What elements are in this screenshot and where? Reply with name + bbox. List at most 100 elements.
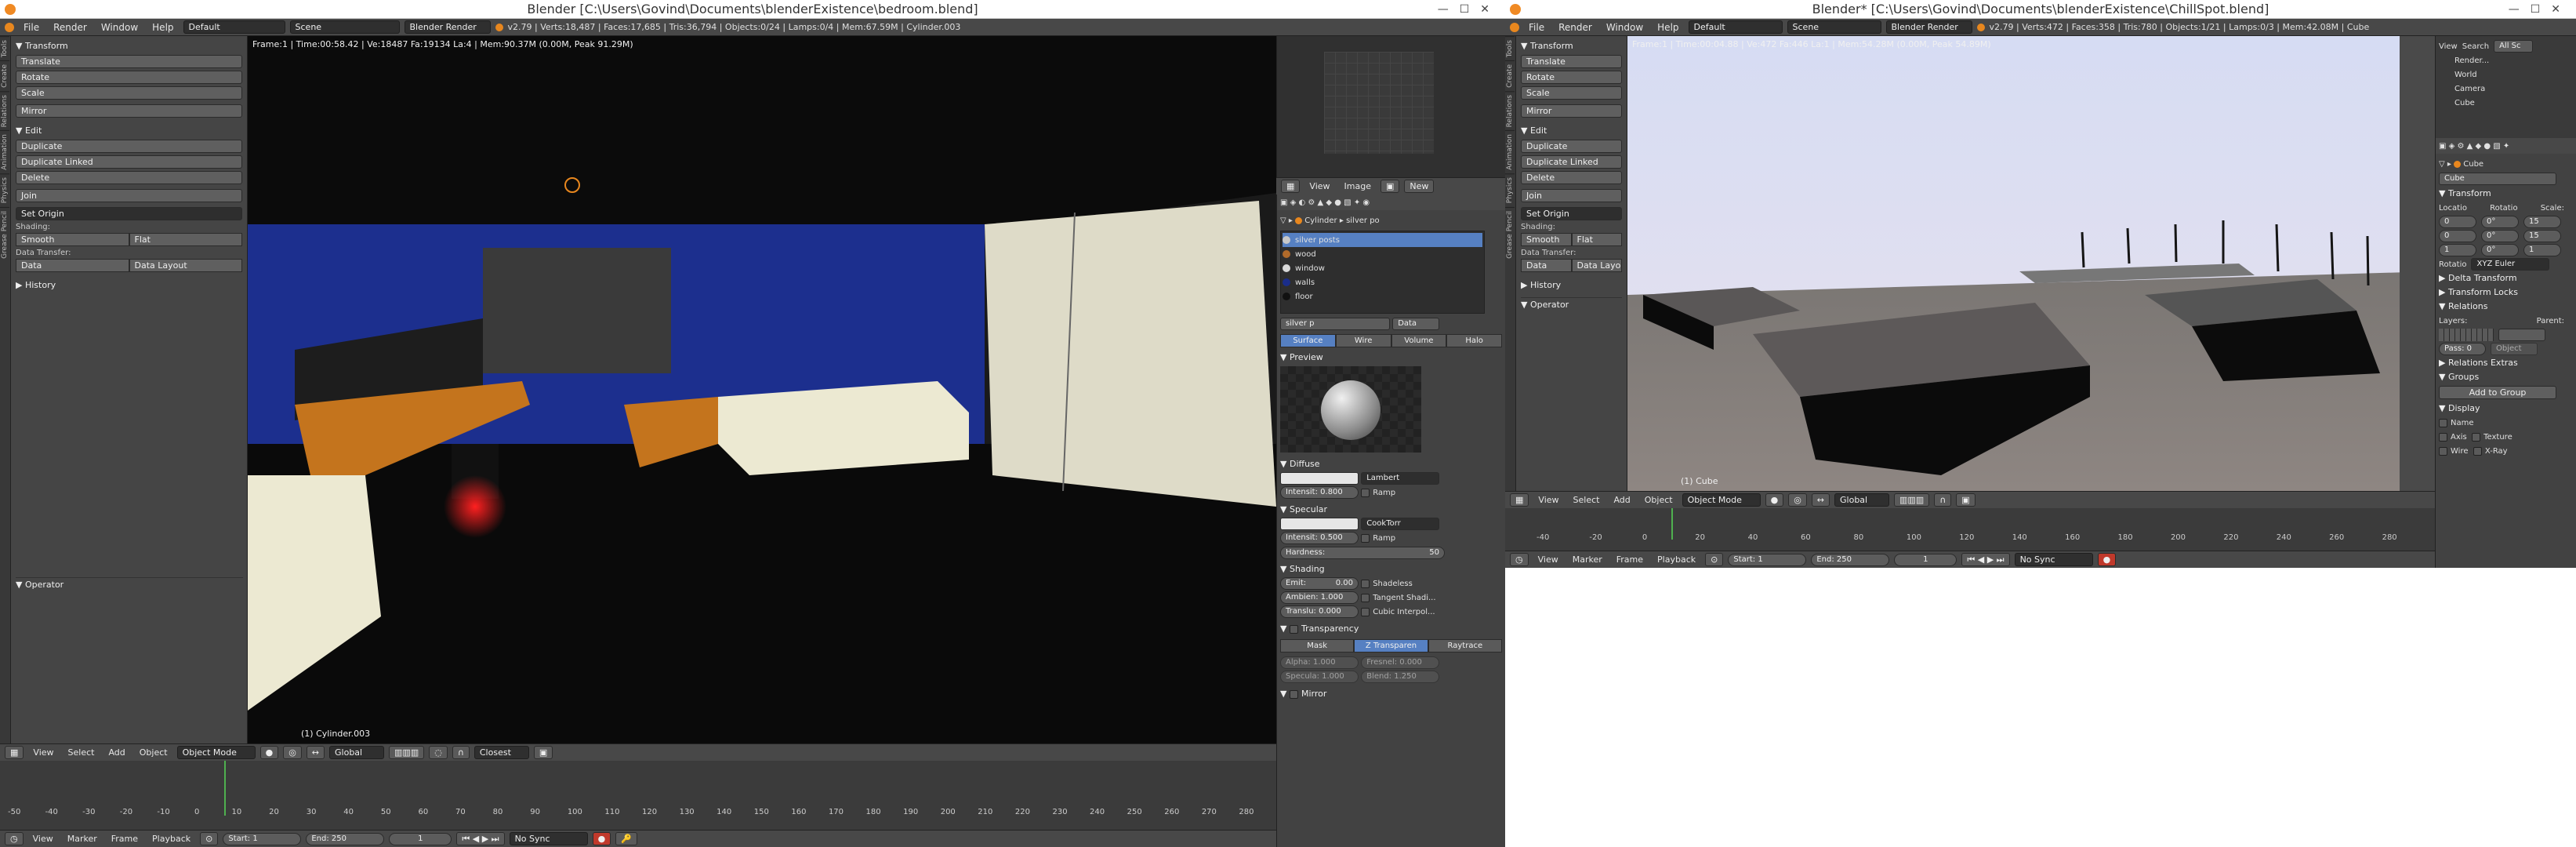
menu-render[interactable]: Render <box>1554 22 1597 33</box>
snap-magnet-icon[interactable]: ∩ <box>452 746 470 759</box>
pivot-button[interactable]: ◎ <box>283 746 302 759</box>
timeline-menu-view[interactable]: View <box>1533 554 1563 565</box>
cubic-checkbox[interactable] <box>1361 607 1370 616</box>
material-name-field[interactable]: silver p <box>1280 318 1390 330</box>
menu-object[interactable]: Object <box>135 747 172 758</box>
menu-window[interactable]: Window <box>1602 22 1648 33</box>
snap-magnet-icon[interactable]: ∩ <box>1934 493 1952 507</box>
add-to-group-button[interactable]: Add to Group <box>2439 386 2556 399</box>
orientation-dropdown[interactable]: Global <box>1834 493 1890 507</box>
ambient-field[interactable]: Ambien: 1.000 <box>1280 591 1359 604</box>
image-editor-type-button[interactable]: ▦ <box>1281 180 1301 193</box>
menu-window[interactable]: Window <box>96 22 143 33</box>
rotate-button[interactable]: Rotate <box>1521 71 1622 84</box>
translate-button[interactable]: Translate <box>1521 55 1622 68</box>
tab-wire[interactable]: Wire <box>1335 334 1391 347</box>
scene-dropdown[interactable]: Scene <box>1787 20 1881 34</box>
scale-button[interactable]: Scale <box>1521 86 1622 100</box>
tab-mask[interactable]: Mask <box>1280 639 1355 653</box>
specular-color-swatch[interactable] <box>1280 518 1359 530</box>
mode-dropdown[interactable]: Object Mode <box>1682 493 1761 507</box>
menu-select[interactable]: Select <box>1569 495 1605 505</box>
menu-object[interactable]: Object <box>1640 495 1678 505</box>
shading-button[interactable]: ● <box>259 746 279 759</box>
mirror-button[interactable]: Mirror <box>1521 104 1622 118</box>
specular-alpha-field[interactable]: Specula: 1.000 <box>1280 671 1359 683</box>
flat-button[interactable]: Flat <box>129 233 242 246</box>
end-frame-field[interactable]: End: 250 <box>1811 553 1890 566</box>
tab-halo[interactable]: Halo <box>1446 334 1502 347</box>
timeline-menu-marker[interactable]: Marker <box>1568 554 1607 565</box>
join-button[interactable]: Join <box>1521 189 1622 202</box>
scale-button[interactable]: Scale <box>16 86 242 100</box>
groups-header[interactable]: ▼ Groups <box>2439 370 2573 384</box>
timeline-menu-frame[interactable]: Frame <box>107 834 143 844</box>
relations-extras-header[interactable]: ▶ Relations Extras <box>2439 356 2573 370</box>
layer-grid[interactable] <box>2439 329 2494 341</box>
blender-menu-icon[interactable] <box>5 22 14 32</box>
manipulator-button[interactable]: ↔ <box>1811 493 1830 507</box>
duplicate-button[interactable]: Duplicate <box>1521 140 1622 153</box>
tab-create[interactable]: Create <box>1505 60 1515 92</box>
material-slot-list[interactable]: silver posts wood window walls floor <box>1280 231 1485 314</box>
menu-view[interactable]: View <box>28 747 58 758</box>
start-frame-field[interactable]: Start: 1 <box>1728 553 1807 566</box>
delete-button[interactable]: Delete <box>1521 171 1622 184</box>
tab-raytrace[interactable]: Raytrace <box>1428 639 1502 653</box>
record-button[interactable]: ● <box>592 832 611 845</box>
parent-field[interactable] <box>2498 329 2545 341</box>
rotation-mode-dropdown[interactable]: XYZ Euler <box>2471 258 2550 271</box>
material-link-dropdown[interactable]: Data <box>1392 318 1440 330</box>
blender-menu-icon[interactable] <box>1510 22 1519 32</box>
keying-set-button[interactable]: 🔑 <box>615 832 637 845</box>
manipulator-button[interactable]: ↔ <box>306 746 325 759</box>
object-name-field[interactable]: Cube <box>2439 173 2556 185</box>
outliner-display-dropdown[interactable]: All Sc <box>2494 40 2534 53</box>
proportional-edit-button[interactable]: ◌ <box>429 746 448 759</box>
preview-range-button[interactable]: ⊙ <box>1705 553 1724 566</box>
mirror-button[interactable]: Mirror <box>16 104 242 118</box>
outliner-item[interactable]: Camera <box>2439 82 2573 96</box>
render-preview-button[interactable]: ▣ <box>1956 493 1976 507</box>
panel-transform-header[interactable]: ▼ Transform <box>1521 39 1622 53</box>
timeline-menu-playback[interactable]: Playback <box>1653 554 1700 565</box>
timeline-menu-view[interactable]: View <box>28 834 58 844</box>
image-editor-area[interactable] <box>1276 36 1505 177</box>
pass-index-field[interactable]: Pass: 0 <box>2439 343 2486 355</box>
mode-dropdown[interactable]: Object Mode <box>176 746 256 759</box>
display-axis-checkbox[interactable] <box>2439 432 2447 442</box>
display-wire-checkbox[interactable] <box>2439 446 2447 456</box>
transform-locks-header[interactable]: ▶ Transform Locks <box>2439 285 2573 300</box>
layers-button[interactable]: ▥▥▥ <box>389 746 425 759</box>
outliner[interactable]: View Search All Sc Render... World Camer… <box>2435 36 2576 138</box>
tab-physics[interactable]: Physics <box>1505 173 1515 207</box>
diffuse-panel-header[interactable]: ▼ Diffuse <box>1280 457 1502 471</box>
material-slot-wood[interactable]: wood <box>1283 247 1482 261</box>
display-xray-checkbox[interactable] <box>2473 446 2482 456</box>
duplicate-linked-button[interactable]: Duplicate Linked <box>1521 155 1622 169</box>
scale-x-field[interactable]: 15 <box>2523 216 2561 228</box>
tab-surface[interactable]: Surface <box>1280 334 1336 347</box>
tab-grease-pencil[interactable]: Grease Pencil <box>0 206 9 262</box>
tab-volume[interactable]: Volume <box>1391 334 1447 347</box>
menu-file[interactable]: File <box>1524 22 1549 33</box>
set-origin-dropdown[interactable]: Set Origin <box>1521 207 1622 220</box>
image-menu-image[interactable]: Image <box>1340 181 1376 191</box>
transparency-checkbox[interactable] <box>1289 624 1298 634</box>
diffuse-ramp-checkbox[interactable] <box>1361 488 1370 497</box>
translucency-field[interactable]: Translu: 0.000 <box>1280 605 1359 618</box>
tab-animation[interactable]: Animation <box>1505 130 1515 174</box>
mirror-panel-header[interactable]: ▼ Mirror <box>1280 687 1502 701</box>
smooth-button[interactable]: Smooth <box>1521 233 1572 246</box>
data-layout-button[interactable]: Data Layo <box>1571 259 1622 272</box>
transparency-panel-header[interactable]: ▼ Transparency <box>1280 622 1502 636</box>
preview-panel-header[interactable]: ▼ Preview <box>1280 351 1502 365</box>
outliner-menu-view[interactable]: View <box>2439 42 2458 51</box>
scale-y-field[interactable]: 15 <box>2523 230 2561 242</box>
shadeless-checkbox[interactable] <box>1361 579 1370 588</box>
menu-render[interactable]: Render <box>49 22 92 33</box>
emit-field[interactable]: Emit: 0.00 <box>1280 577 1359 590</box>
layers-button[interactable]: ▥▥▥ <box>1894 493 1930 507</box>
tab-tools[interactable]: Tools <box>0 36 9 61</box>
material-slot-walls[interactable]: walls <box>1283 275 1482 289</box>
